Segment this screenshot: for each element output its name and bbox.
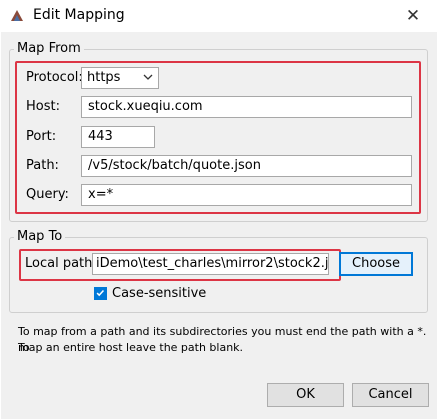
map-from-legend: Map From [14, 41, 84, 56]
map-to-legend: Map To [14, 229, 66, 244]
cancel-button[interactable]: Cancel [352, 383, 429, 407]
chevron-down-icon [143, 74, 153, 80]
close-icon[interactable]: ✕ [402, 6, 424, 26]
port-label: Port: [26, 129, 57, 144]
case-sensitive-checkbox[interactable] [94, 287, 107, 300]
checkmark-icon [96, 290, 105, 297]
charles-app-icon [11, 10, 23, 21]
protocol-select[interactable]: https [81, 67, 159, 89]
port-field[interactable]: 443 [81, 126, 155, 148]
title-bar: Edit Mapping ✕ [0, 0, 438, 32]
host-field[interactable]: stock.xueqiu.com [81, 96, 412, 118]
protocol-value: https [87, 70, 121, 85]
query-field[interactable]: x=* [81, 184, 412, 206]
ok-button[interactable]: OK [267, 383, 344, 407]
dialog-body: Map From Protocol: https Host: stock.xue… [1, 32, 437, 419]
protocol-label: Protocol: [26, 70, 83, 85]
path-label: Path: [26, 158, 59, 173]
query-label: Query: [26, 187, 69, 202]
choose-button[interactable]: Choose [339, 252, 413, 276]
local-path-label: Local path: [25, 256, 97, 271]
help-text-line-2: map an entire host leave the path blank. [18, 341, 244, 354]
host-label: Host: [26, 99, 60, 114]
window-title: Edit Mapping [33, 7, 125, 23]
path-field[interactable]: /v5/stock/batch/quote.json [81, 155, 412, 177]
case-sensitive-label: Case-sensitive [112, 286, 207, 301]
local-path-field[interactable]: iDemo\test_charles\mirror2\stock2.json [92, 253, 329, 275]
